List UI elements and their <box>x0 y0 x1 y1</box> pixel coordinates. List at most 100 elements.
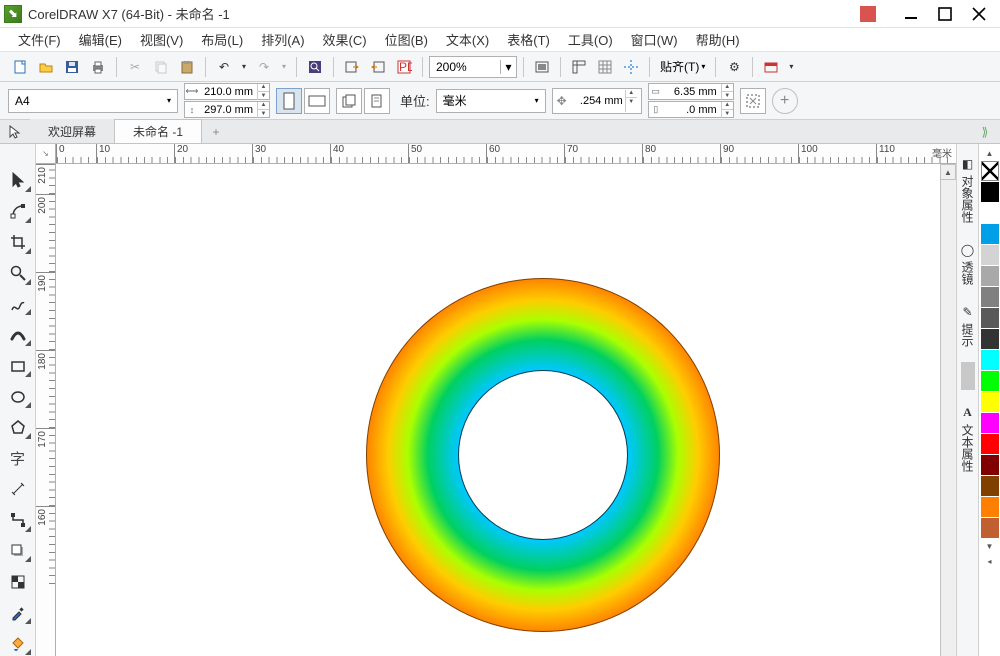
palette-scroll-up[interactable]: ▲ <box>979 146 1000 160</box>
horizontal-ruler[interactable]: 0 10 20 30 40 50 60 70 80 90 100 110 毫米 <box>56 144 956 164</box>
menu-help[interactable]: 帮助(H) <box>688 28 748 51</box>
current-page-button[interactable] <box>364 88 390 114</box>
vertical-scrollbar[interactable] <box>940 180 956 656</box>
spinner[interactable]: ▲▼ <box>625 90 637 112</box>
swatch[interactable] <box>981 413 999 433</box>
swatch[interactable] <box>981 392 999 412</box>
interactive-fill-tool[interactable] <box>4 631 32 656</box>
paste-icon[interactable] <box>175 55 199 79</box>
zoom-tool[interactable] <box>4 261 32 286</box>
text-tool[interactable]: 字 <box>4 446 32 471</box>
tab-welcome-screen[interactable]: 欢迎屏幕 <box>30 119 115 143</box>
swatch[interactable] <box>981 245 999 265</box>
drawing-canvas[interactable] <box>56 164 956 656</box>
drop-shadow-tool[interactable] <box>4 539 32 564</box>
swatch[interactable] <box>981 224 999 244</box>
docker-hints[interactable]: ✎提示 <box>956 296 979 356</box>
palette-scroll-down[interactable]: ▼ <box>979 539 1000 553</box>
connector-tool[interactable] <box>4 508 32 533</box>
new-icon[interactable] <box>8 55 32 79</box>
docker-text-properties[interactable]: A文本属性 <box>956 396 979 481</box>
menu-edit[interactable]: 编辑(E) <box>71 28 130 51</box>
close-button[interactable] <box>962 3 996 25</box>
menu-file[interactable]: 文件(F) <box>10 28 69 51</box>
menu-layout[interactable]: 布局(L) <box>193 28 251 51</box>
chevron-down-icon[interactable]: ▾ <box>163 96 175 105</box>
nudge-distance-input[interactable]: ✥ .254 mm ▲▼ <box>552 88 642 114</box>
menu-arrange[interactable]: 排列(A) <box>253 28 312 51</box>
color-eyedropper-tool[interactable] <box>4 600 32 625</box>
duplicate-x-input[interactable]: ▭6.35 mm▲▼ <box>648 83 734 100</box>
swatch[interactable] <box>981 455 999 475</box>
swatch[interactable] <box>981 476 999 496</box>
cut-icon[interactable]: ✂ <box>123 55 147 79</box>
menu-effects[interactable]: 效果(C) <box>315 28 375 51</box>
page-height-input[interactable]: ↕297.0 mm▲▼ <box>184 101 270 118</box>
swatch[interactable] <box>981 182 999 202</box>
maximize-button[interactable] <box>928 3 962 25</box>
zoom-level-combo[interactable]: 200% ▾ <box>429 56 517 78</box>
chevron-down-icon[interactable]: ▾ <box>500 60 516 74</box>
redo-icon[interactable]: ↷ <box>252 55 276 79</box>
print-icon[interactable] <box>86 55 110 79</box>
all-pages-button[interactable] <box>336 88 362 114</box>
freehand-tool[interactable] <box>4 292 32 317</box>
scroll-up-button[interactable]: ▲ <box>940 164 956 180</box>
crop-tool[interactable] <box>4 230 32 255</box>
copy-icon[interactable] <box>149 55 173 79</box>
portrait-button[interactable] <box>276 88 302 114</box>
swatch[interactable] <box>981 266 999 286</box>
menu-tools[interactable]: 工具(O) <box>560 28 621 51</box>
spinner[interactable]: ▲▼ <box>721 84 733 100</box>
show-grid-icon[interactable] <box>593 55 617 79</box>
vertical-ruler[interactable]: 210 200 190 180 170 160 <box>36 164 56 656</box>
search-content-icon[interactable] <box>303 55 327 79</box>
user-account-icon[interactable] <box>860 6 876 22</box>
swatch[interactable] <box>981 518 999 538</box>
redo-drop-icon[interactable]: ▾ <box>278 55 290 79</box>
docker-expand-icon[interactable]: ⟫ <box>970 120 1000 143</box>
add-preset-button[interactable]: + <box>772 88 798 114</box>
menu-text[interactable]: 文本(X) <box>438 28 497 51</box>
app-launcher-icon[interactable] <box>759 55 783 79</box>
swatch[interactable] <box>981 434 999 454</box>
show-rulers-icon[interactable] <box>567 55 591 79</box>
spinner[interactable]: ▲▼ <box>257 102 269 118</box>
import-icon[interactable] <box>340 55 364 79</box>
swatch-no-color[interactable] <box>981 161 999 181</box>
menu-bitmaps[interactable]: 位图(B) <box>377 28 436 51</box>
export-icon[interactable] <box>366 55 390 79</box>
landscape-button[interactable] <box>304 88 330 114</box>
spinner[interactable]: ▲▼ <box>721 102 733 118</box>
menu-view[interactable]: 视图(V) <box>132 28 191 51</box>
swatch[interactable] <box>981 287 999 307</box>
chevron-down-icon[interactable]: ▾ <box>531 96 543 105</box>
duplicate-y-input[interactable]: ▯.0 mm▲▼ <box>648 101 734 118</box>
drawing-units-combo[interactable]: 毫米 ▾ <box>436 89 546 113</box>
swatch[interactable] <box>981 329 999 349</box>
shape-tool[interactable] <box>4 199 32 224</box>
swatch[interactable] <box>981 350 999 370</box>
docker-grip[interactable] <box>961 362 975 390</box>
app-launcher-drop-icon[interactable]: ▾ <box>785 55 797 79</box>
undo-drop-icon[interactable]: ▾ <box>238 55 250 79</box>
menu-table[interactable]: 表格(T) <box>499 28 558 51</box>
open-icon[interactable] <box>34 55 58 79</box>
palette-flyout[interactable]: ◂ <box>979 554 1000 568</box>
publish-pdf-icon[interactable]: PDF <box>392 55 416 79</box>
save-icon[interactable] <box>60 55 84 79</box>
docker-lens[interactable]: ◯透镜 <box>956 234 979 294</box>
swatch[interactable] <box>981 203 999 223</box>
rectangle-tool[interactable] <box>4 353 32 378</box>
artistic-media-tool[interactable] <box>4 322 32 347</box>
new-tab-button[interactable]: + <box>202 120 230 143</box>
parallel-dimension-tool[interactable] <box>4 477 32 502</box>
transparency-tool[interactable] <box>4 569 32 594</box>
show-guidelines-icon[interactable] <box>619 55 643 79</box>
swatch[interactable] <box>981 308 999 328</box>
menu-window[interactable]: 窗口(W) <box>623 28 686 51</box>
polygon-tool[interactable] <box>4 415 32 440</box>
spinner[interactable]: ▲▼ <box>257 84 269 100</box>
rainbow-ring-object[interactable] <box>366 278 720 632</box>
swatch[interactable] <box>981 371 999 391</box>
